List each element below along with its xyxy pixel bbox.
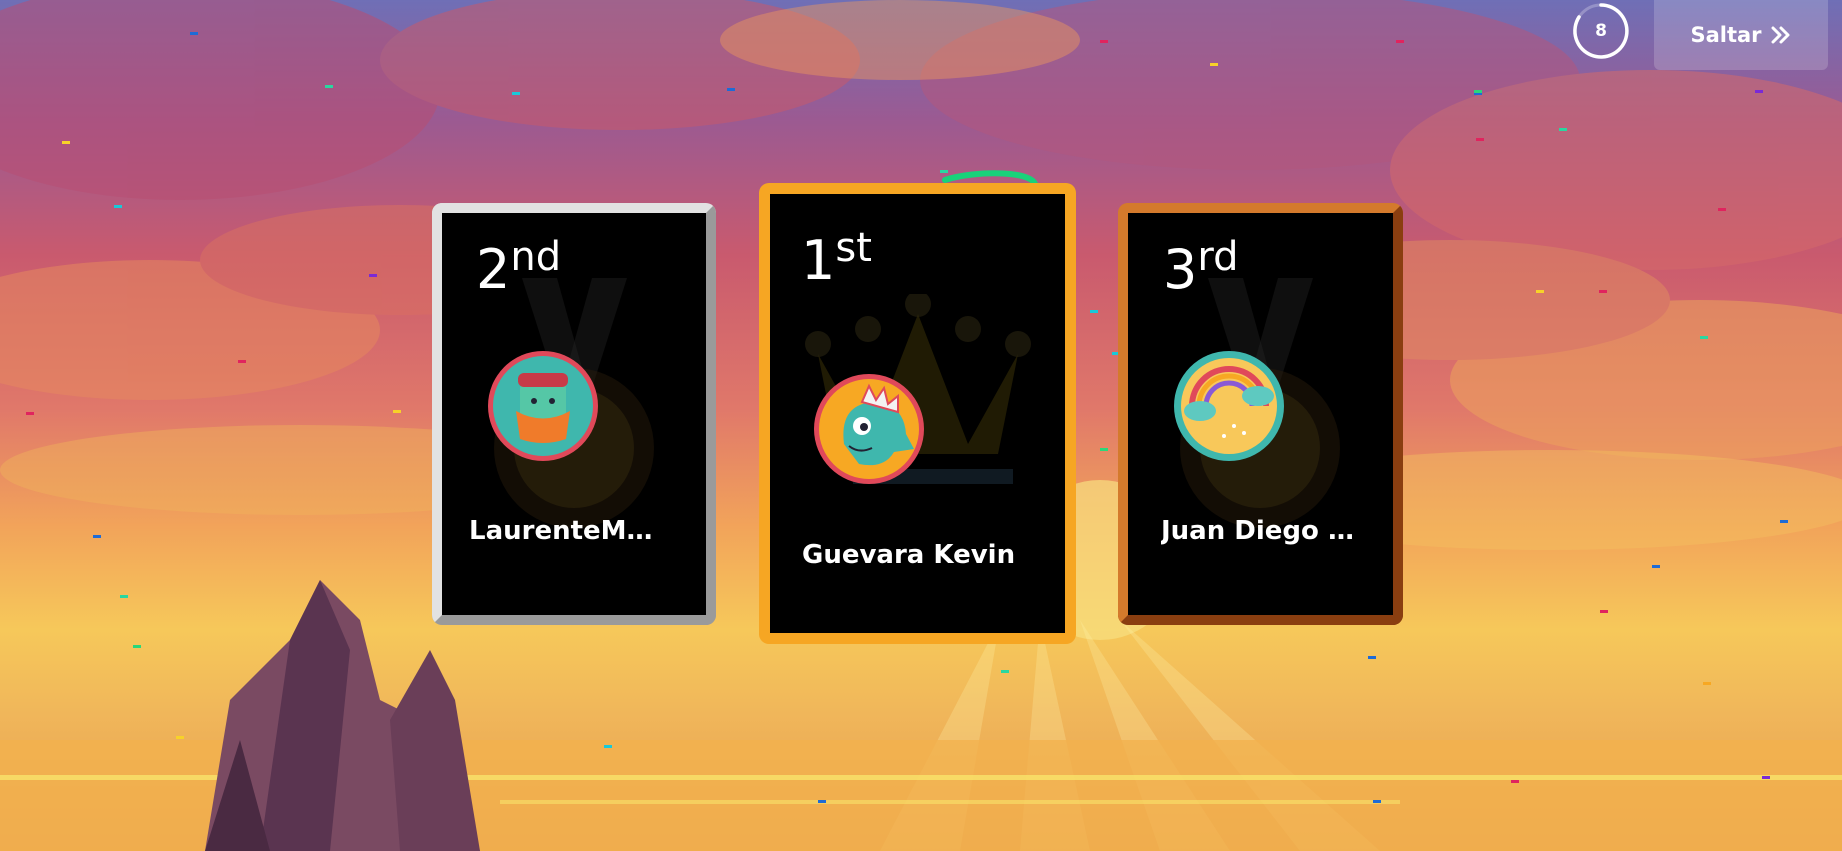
double-chevron-right-icon (1771, 26, 1790, 44)
rank-label: 1st (801, 225, 872, 292)
player-name: LaurenteMau… (469, 516, 669, 546)
skip-button[interactable]: Saltar (1654, 0, 1828, 70)
cactus-pot-avatar (488, 351, 598, 461)
podium-card-second: 2nd LaurenteMau… (432, 203, 716, 625)
skip-label: Saltar (1690, 23, 1762, 47)
dinosaur-avatar (814, 374, 924, 484)
podium-card-third: 3rd Juan Diego P… (1118, 203, 1403, 625)
player-name: Juan Diego P… (1161, 516, 1361, 546)
timer-value: 8 (1595, 21, 1607, 41)
rank-label: 2nd (476, 234, 562, 301)
rank-label: 3rd (1163, 234, 1239, 301)
podium-card-first: 1st Guevara Kevin (759, 183, 1076, 644)
rainbow-cloud-avatar (1174, 351, 1284, 461)
player-name: Guevara Kevin (802, 540, 1016, 570)
countdown-timer: 8 (1572, 2, 1630, 60)
